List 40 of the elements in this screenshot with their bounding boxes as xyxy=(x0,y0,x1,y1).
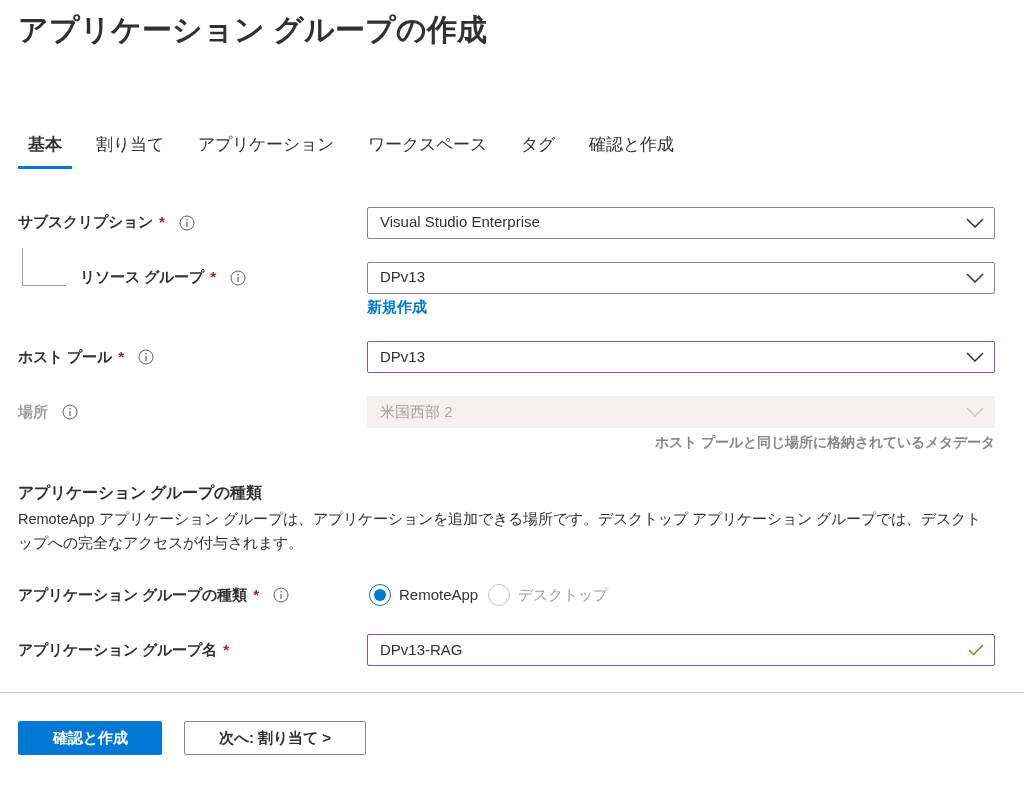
section-description: RemoteApp アプリケーション グループは、アプリケーションを追加できる場所です。デスクトップ アプリケーション グループでは、デスクトップへの完全なアクセスが付与されます。 xyxy=(18,510,982,553)
chevron-down-icon xyxy=(966,352,984,362)
field-label: 場所 xyxy=(18,401,48,422)
required-mark: * xyxy=(223,639,229,660)
required-mark: * xyxy=(210,267,216,288)
checkmark-icon xyxy=(968,644,984,656)
radio-option[interactable]: RemoteApp xyxy=(369,583,479,607)
next-button[interactable]: 次へ: 割り当て > xyxy=(184,721,366,755)
required-mark: * xyxy=(159,212,165,233)
info-icon[interactable] xyxy=(230,269,246,286)
field-label: アプリケーション グループ名 xyxy=(18,639,218,660)
tab[interactable]: ワークスペース xyxy=(358,130,497,169)
field-label: ホスト プール xyxy=(18,346,113,367)
chevron-down-icon xyxy=(966,407,984,417)
section-title: アプリケーション グループの種類 xyxy=(18,483,264,503)
review-create-button[interactable]: 確認と作成 xyxy=(18,721,162,755)
field-label: サブスクリプション xyxy=(18,212,153,233)
page-title: アプリケーション グループの作成 xyxy=(18,12,489,48)
connector-line xyxy=(22,247,66,286)
create-new-link[interactable]: 新規作成 xyxy=(367,295,427,318)
field-label: アプリケーション グループの種類 xyxy=(18,584,248,605)
hint-text: ホスト プールと同じ場所に格納されているメタデータ xyxy=(654,433,995,452)
required-mark: * xyxy=(253,584,259,605)
dropdown-field: 米国西部 2 xyxy=(367,396,995,428)
chevron-down-icon xyxy=(966,217,984,228)
tab[interactable]: 基本 xyxy=(18,130,72,169)
chevron-down-icon xyxy=(966,272,984,283)
dropdown-field[interactable]: DPv13 xyxy=(367,261,995,294)
dropdown-field[interactable]: DPv13 xyxy=(367,341,995,373)
tab[interactable]: アプリケーション xyxy=(188,130,344,169)
info-icon[interactable] xyxy=(273,587,289,603)
info-icon[interactable] xyxy=(138,349,154,365)
info-icon[interactable] xyxy=(178,214,195,231)
required-mark: * xyxy=(118,346,124,367)
tab[interactable]: 確認と作成 xyxy=(579,130,684,169)
input-field[interactable]: DPv13-RAG xyxy=(367,634,995,666)
tab[interactable]: タグ xyxy=(511,130,565,169)
field-label: リソース グループ xyxy=(80,267,205,288)
tab[interactable]: 割り当て xyxy=(86,130,174,169)
dropdown-field[interactable]: Visual Studio Enterprise xyxy=(367,206,995,239)
